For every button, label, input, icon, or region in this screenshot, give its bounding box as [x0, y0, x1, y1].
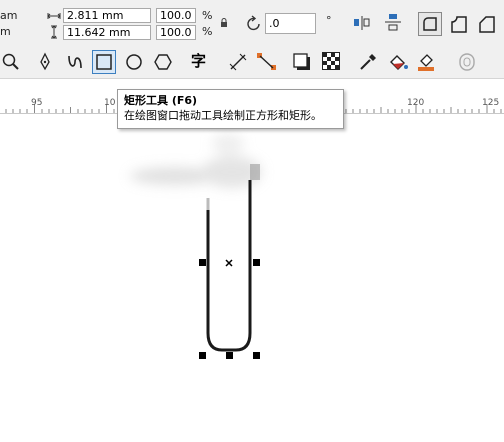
height-icon [49, 25, 59, 39]
tooltip-title: 矩形工具 (F6) [124, 94, 198, 107]
rectangle-outline [206, 180, 252, 352]
rectangle-icon [96, 54, 112, 70]
text-tool[interactable]: 字 [191, 51, 206, 71]
connector-tool[interactable] [256, 52, 278, 72]
ruler-label-95: 95 [31, 98, 43, 108]
toolbox: 字 [0, 46, 504, 79]
artistic-media-tool[interactable] [65, 52, 85, 72]
lock-ratio-icon[interactable] [220, 18, 228, 28]
rectangle-tool-button[interactable] [92, 50, 116, 74]
mirror-vertical-icon[interactable] [384, 13, 402, 33]
pen-tool[interactable] [36, 52, 54, 72]
mirror-horizontal-icon[interactable] [353, 15, 371, 31]
interactive-fill-tool[interactable] [387, 52, 409, 72]
motion-blur-smudge [130, 134, 262, 188]
rectangle-tool-tooltip: 矩形工具 (F6) 在绘图窗口拖动工具绘制正方形和矩形。 [117, 89, 344, 129]
handle-bottom-left[interactable] [199, 352, 206, 359]
smudge-corner [250, 164, 260, 180]
position-x-unit: am [0, 9, 18, 22]
round-corner-button[interactable] [418, 12, 442, 36]
transparency-tool[interactable] [322, 52, 340, 70]
scale-y-field[interactable]: 100.0 [156, 25, 196, 40]
lens-icon [459, 53, 475, 71]
position-y-unit: m [0, 25, 11, 38]
tooltip-description: 在绘图窗口拖动工具绘制正方形和矩形。 [124, 109, 322, 122]
smart-fill-icon [418, 54, 434, 71]
artistic-media-icon [68, 55, 82, 69]
polygon-tool[interactable] [153, 52, 173, 72]
connector-icon [257, 53, 276, 70]
handle-bottom-right[interactable] [253, 352, 260, 359]
ruler-label-125: 125 [482, 98, 500, 108]
rotate-icon [245, 15, 263, 33]
ruler-label-100: 10 [104, 98, 116, 108]
center-mark [225, 259, 233, 267]
scale-x-field[interactable]: 100.0 [156, 8, 196, 23]
drop-shadow-icon [293, 53, 310, 70]
fill-bucket-icon [390, 55, 408, 70]
handle-middle-right[interactable] [253, 259, 260, 266]
scale-y-percent: % [202, 25, 213, 38]
zoom-tool[interactable] [1, 52, 21, 72]
selected-shape[interactable] [0, 114, 504, 442]
eyedropper-icon [360, 54, 376, 70]
round-corner-icon [423, 17, 437, 31]
dimension-icon [229, 53, 247, 71]
object-height-field[interactable]: 11.642 mm [63, 25, 151, 40]
scale-x-percent: % [202, 9, 213, 22]
width-icon [47, 10, 61, 22]
smart-fill-tool[interactable] [416, 52, 436, 72]
object-width-field[interactable]: 2.811 mm [63, 8, 151, 23]
handle-bottom-center[interactable] [226, 352, 233, 359]
chamfer-corner-icon[interactable] [477, 14, 497, 34]
eyedropper-tool[interactable] [358, 52, 378, 72]
pen-icon [40, 52, 50, 71]
property-bar: am m 2.811 mm 11.642 mm 100.0 100.0 % % … [0, 0, 504, 46]
ruler-label-120: 120 [407, 98, 425, 108]
rotation-angle-field[interactable]: .0 [265, 13, 316, 34]
parallel-dimension-tool[interactable] [228, 52, 248, 72]
lens-tool[interactable] [457, 52, 477, 72]
ellipse-icon [126, 54, 142, 70]
scallop-corner-icon[interactable] [449, 14, 469, 34]
ellipse-tool[interactable] [124, 52, 144, 72]
polygon-icon [154, 54, 172, 70]
drop-shadow-tool[interactable] [292, 52, 312, 72]
drawing-canvas[interactable] [0, 114, 504, 442]
zoom-icon [2, 53, 19, 70]
transparency-icon [322, 52, 340, 70]
degree-symbol: ° [326, 14, 332, 27]
handle-middle-left[interactable] [199, 259, 206, 266]
